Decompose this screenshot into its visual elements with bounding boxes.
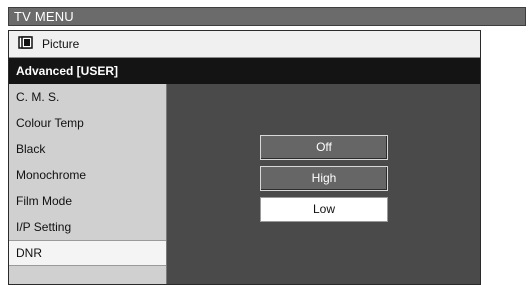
category-picture[interactable]: Picture [9,31,480,58]
picture-icon [18,36,42,52]
dnr-options: Off High Low [260,135,388,228]
menu-title-bar: TV MENU [8,7,526,26]
sidebar-item-label: Colour Temp [16,116,84,130]
sidebar-item-label: Monochrome [16,168,87,182]
category-label: Picture [42,37,80,51]
sidebar-item-ip-setting[interactable]: I/P Setting [9,214,166,240]
sidebar-menu: C. M. S. Colour Temp Black Monochrome Fi… [9,84,167,284]
sidebar-item-label: I/P Setting [16,220,72,234]
sidebar-item-label: DNR [16,246,42,260]
option-high-button[interactable]: High [260,166,388,191]
menu-panel: Picture Advanced [USER] C. M. S. Colour … [8,30,481,285]
sidebar-item-colour-temp[interactable]: Colour Temp [9,110,166,136]
sidebar-item-label: Black [16,142,46,156]
sidebar-item-monochrome[interactable]: Monochrome [9,162,166,188]
sidebar-item-cms[interactable]: C. M. S. [9,84,166,110]
option-label: Off [316,140,332,154]
menu-title: TV MENU [14,9,74,24]
sidebar-item-label: C. M. S. [16,90,60,104]
sidebar-item-dnr[interactable]: DNR [9,240,166,266]
option-label: High [311,171,337,185]
sidebar-item-film-mode[interactable]: Film Mode [9,188,166,214]
submenu-header-label: Advanced [USER] [16,64,119,78]
sidebar-item-label: Film Mode [16,194,73,208]
option-low-button[interactable]: Low [260,197,388,222]
submenu-header: Advanced [USER] [9,58,480,84]
sidebar-item-black[interactable]: Black [9,136,166,162]
option-off-button[interactable]: Off [260,135,388,160]
option-label: Low [312,202,335,216]
